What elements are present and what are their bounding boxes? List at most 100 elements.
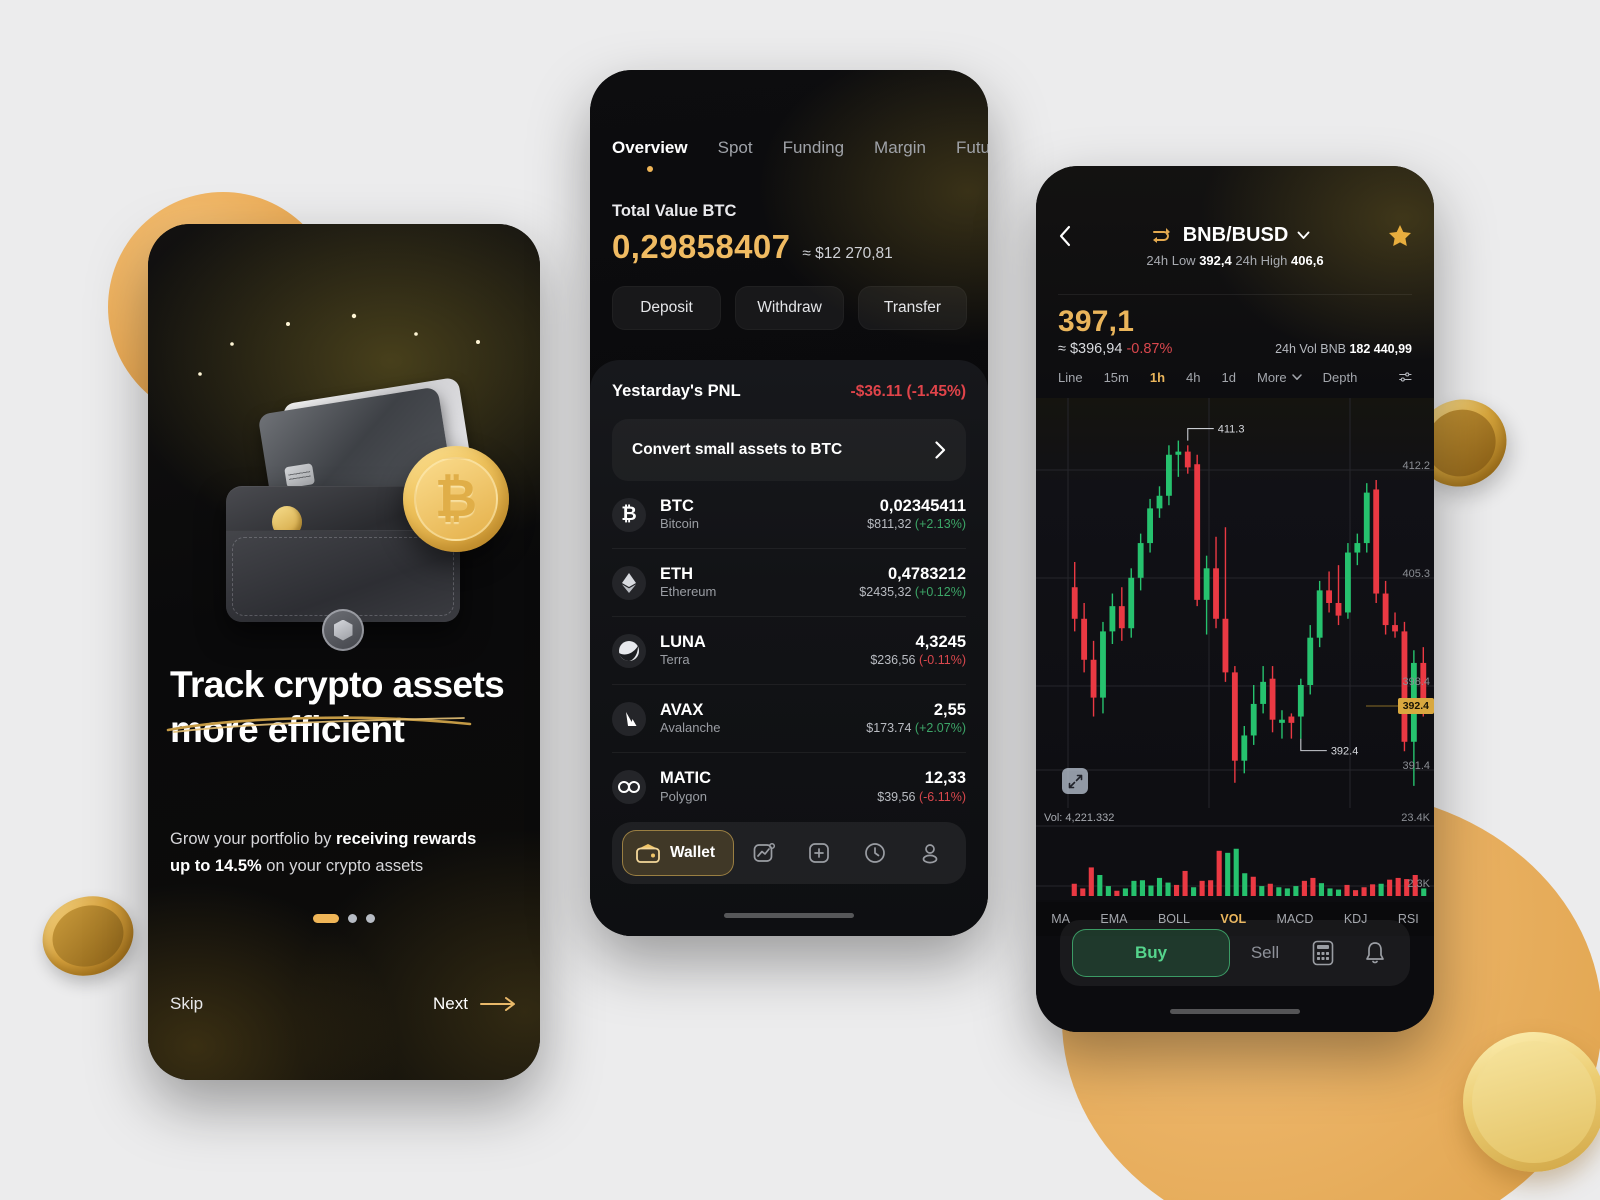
withdraw-button[interactable]: Withdraw	[735, 286, 844, 330]
axis-label-2: 398.4	[1402, 676, 1430, 688]
transfer-button[interactable]: Transfer	[858, 286, 967, 330]
subtitle-part-c: on your crypto assets	[261, 856, 424, 875]
asset-name: Bitcoin	[660, 516, 700, 532]
next-button-label: Next	[433, 994, 468, 1013]
asset-amount: 0,02345411	[879, 496, 966, 515]
tab-margin[interactable]: Margin	[874, 138, 926, 158]
back-icon[interactable]	[1058, 225, 1072, 247]
wallet-flap	[226, 530, 460, 651]
asset-fiat: $39,56	[877, 789, 916, 804]
pagination-dot-2[interactable]	[348, 914, 357, 923]
asset-symbol: BTC	[660, 496, 694, 515]
asset-amount: 2,55	[933, 700, 966, 719]
chart-icon	[753, 842, 775, 862]
price-change: -0.87%	[1126, 341, 1173, 357]
timeframe-line[interactable]: Line	[1058, 370, 1083, 385]
nav-item-add[interactable]	[794, 841, 845, 865]
chevron-down-icon	[1291, 373, 1302, 380]
arrow-right-icon	[480, 997, 515, 1011]
next-button[interactable]: Next	[433, 994, 518, 1014]
onboarding-title: Track crypto assets more efficient	[170, 664, 505, 751]
candlestick-chart[interactable]: 411.3 392.4 412.2 405.3 398.4 391.4 392.4	[1036, 398, 1434, 808]
vol-axis-label-0: 23.4K	[1401, 812, 1430, 824]
svg-text:411.3: 411.3	[1218, 424, 1245, 436]
subtitle-part-a: Grow your portfolio by	[170, 830, 336, 848]
pagination-dot-1[interactable]	[313, 914, 339, 923]
volume-value: 182 440,99	[1349, 342, 1412, 356]
timeframe-1h[interactable]: 1h	[1150, 370, 1165, 385]
bitcoin-coin-icon: ₿	[403, 446, 509, 552]
wallet-illustration: ₿	[198, 376, 509, 651]
table-row[interactable]: AVAX Avalanche 2,55 $173.74 (+2.07%)	[612, 685, 966, 753]
volume-row: 24h Vol BNB 182 440,99	[1275, 342, 1412, 356]
chevron-right-icon	[935, 441, 946, 459]
deposit-button[interactable]: Deposit	[612, 286, 721, 330]
wallet-icon	[636, 844, 660, 863]
asset-fiat: $173.74	[866, 721, 912, 736]
vol-axis-label-1: 2.3K	[1407, 878, 1430, 890]
table-row[interactable]: ETH Ethereum 0,4783212 $2435,32 (+0.12%)	[612, 549, 966, 617]
tab-futures[interactable]: Futur	[956, 138, 988, 158]
pair-name: BNB/BUSD	[1182, 224, 1289, 246]
calculator-button[interactable]	[1300, 940, 1346, 966]
tab-spot[interactable]: Spot	[718, 138, 753, 158]
nav-item-profile[interactable]	[905, 841, 956, 865]
timeframe-bar: Line 15m 1h 4h 1d More Depth	[1058, 369, 1412, 385]
portfolio-phone: Overview Spot Funding Margin Futur Total…	[590, 70, 988, 936]
nav-item-wallet[interactable]: Wallet	[622, 830, 735, 876]
clock-icon	[864, 843, 885, 863]
volume-chart[interactable]: Vol: 4,221.332 23.4K 2.3K	[1036, 808, 1434, 900]
pagination-dots[interactable]	[148, 914, 540, 923]
asset-name: Polygon	[660, 788, 707, 804]
trading-header: BNB/BUSD 24h Low 392,4 24h High 406,6	[1036, 224, 1434, 290]
axis-label-0: 412.2	[1402, 460, 1430, 472]
asset-fiat: $811,32	[867, 517, 912, 532]
asset-amount: 12,33	[924, 769, 966, 788]
avax-icon	[612, 701, 646, 736]
onboarding-subtitle: Grow your portfolio by receiving rewards…	[170, 826, 500, 879]
plus-icon	[809, 843, 830, 863]
asset-change: (+2.13%)	[914, 517, 966, 532]
asset-change: (+0.12%)	[914, 585, 966, 600]
chart-settings-icon[interactable]	[1399, 369, 1412, 385]
alerts-button[interactable]	[1352, 940, 1398, 966]
buy-button[interactable]: Buy	[1072, 929, 1230, 977]
bell-icon	[1366, 942, 1384, 964]
convert-label: Convert small assets to BTC	[632, 441, 843, 458]
depth-button[interactable]: Depth	[1323, 370, 1358, 385]
timeframe-15m[interactable]: 15m	[1104, 370, 1129, 385]
nav-item-chart[interactable]	[738, 841, 789, 865]
tab-overview[interactable]: Overview	[612, 138, 688, 158]
nav-item-history[interactable]	[849, 841, 900, 865]
favorite-star-icon[interactable]	[1388, 224, 1412, 247]
timeframe-1d[interactable]: 1d	[1222, 370, 1236, 385]
trade-action-bar: Buy Sell	[1060, 920, 1410, 986]
pagination-dot-3[interactable]	[366, 914, 375, 923]
timeframe-4h[interactable]: 4h	[1186, 370, 1200, 385]
tab-funding[interactable]: Funding	[783, 138, 844, 158]
total-value-label: Total Value BTC	[612, 202, 737, 220]
volume-chart-label: Vol: 4,221.332	[1044, 812, 1115, 824]
table-row[interactable]: LUNA Terra 4,3245 $236,56 (-0.11%)	[612, 617, 966, 685]
pair-selector[interactable]: BNB/BUSD	[1150, 224, 1311, 247]
sell-button[interactable]: Sell	[1236, 943, 1294, 963]
expand-chart-button[interactable]	[1062, 768, 1088, 794]
home-indicator	[724, 913, 854, 918]
current-price-badge: 392.4	[1397, 698, 1434, 714]
more-timeframes-button[interactable]: More	[1257, 370, 1302, 385]
axis-label-1: 405.3	[1402, 568, 1430, 580]
table-row[interactable]: ₿ BTC Bitcoin 0,02345411 $811,32 (+2.13%…	[612, 481, 966, 549]
convert-small-assets-button[interactable]: Convert small assets to BTC	[612, 419, 966, 481]
card-chip-icon	[284, 463, 316, 489]
eth-icon	[612, 565, 646, 600]
btc-icon: ₿	[612, 497, 646, 532]
asset-symbol: LUNA	[660, 632, 706, 651]
table-row[interactable]: MATIC Polygon 12,33 $39,56 (-6.11%)	[612, 753, 966, 821]
skip-button[interactable]: Skip	[170, 994, 203, 1014]
asset-change: (+2.07%)	[914, 721, 966, 736]
onboarding-footer: Skip Next	[170, 994, 518, 1014]
price-block: 397,1 ≈ $396,94 -0.87% 24h Vol BNB 182 4…	[1058, 294, 1412, 357]
bottom-navigation: Wallet	[612, 822, 966, 884]
asset-symbol: ETH	[660, 564, 693, 583]
asset-symbol: MATIC	[660, 769, 712, 788]
